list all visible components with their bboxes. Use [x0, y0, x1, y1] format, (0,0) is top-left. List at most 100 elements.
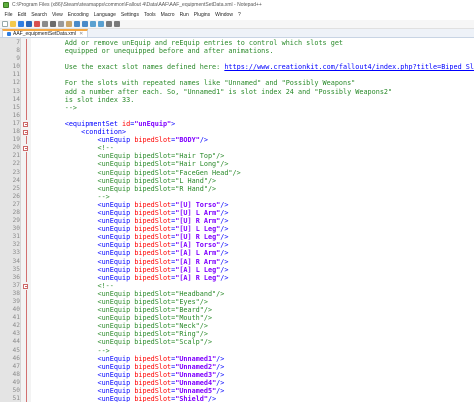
- code-line[interactable]: 20 <!--: [0, 144, 474, 152]
- line-number: 44: [12, 338, 20, 346]
- code-editor[interactable]: 7 Add or remove unEquip and reEquip entr…: [0, 38, 474, 402]
- menu-file[interactable]: File: [5, 12, 13, 18]
- open-file-icon[interactable]: [10, 21, 16, 27]
- line-number: 14: [12, 95, 20, 103]
- code-line[interactable]: 50 <unEquip bipedSlot="Unnamed5"/>: [0, 387, 474, 396]
- menu-tools[interactable]: Tools: [144, 12, 156, 18]
- code-token-value: "Shield": [175, 395, 208, 402]
- code-line[interactable]: 13 add a number after each. So, "Unnamed…: [0, 87, 474, 96]
- code-line[interactable]: 30 <unEquip bipedSlot="[U] L Leg"/>: [0, 225, 474, 234]
- close-file-icon[interactable]: [34, 21, 40, 27]
- fold-toggle-icon[interactable]: [23, 129, 28, 135]
- code-line[interactable]: 28 <unEquip bipedSlot="[U] L Arm"/>: [0, 208, 474, 218]
- menu-language[interactable]: Language: [94, 12, 116, 18]
- code-line[interactable]: 8 equipped or unequipped before and afte…: [0, 47, 474, 56]
- code-line[interactable]: 37 <!--: [0, 282, 474, 290]
- code-line[interactable]: 40 <unEquip bipedSlot="Beard"/>: [0, 306, 474, 315]
- fold-guide-line: [25, 233, 27, 242]
- code-line[interactable]: 25 <unEquip bipedSlot="R Hand"/>: [0, 184, 474, 193]
- code-token-value: "[U] L Leg": [175, 225, 221, 234]
- code-line[interactable]: 34 <unEquip bipedSlot="[A] R Arm"/>: [0, 257, 474, 266]
- code-line[interactable]: 49 <unEquip bipedSlot="Unnamed4"/>: [0, 378, 474, 388]
- code-line[interactable]: 32 <unEquip bipedSlot="[A] Torso"/>: [0, 241, 474, 250]
- menu-search[interactable]: Search: [31, 12, 47, 18]
- code-line[interactable]: 46 <unEquip bipedSlot="Unnamed1"/>: [0, 354, 474, 363]
- menu-plugins[interactable]: Plugins: [194, 12, 210, 18]
- fold-toggle-icon[interactable]: [23, 146, 28, 152]
- code-token-tag: />: [208, 395, 217, 402]
- code-line[interactable]: 45 -->: [0, 346, 474, 355]
- code-line[interactable]: 41 <unEquip bipedSlot="Mouth"/>: [0, 314, 474, 323]
- code-text: <unEquip bipedSlot="BODY"/>: [32, 136, 208, 144]
- code-token-tag: />: [216, 354, 225, 363]
- zoom-in-icon[interactable]: [106, 21, 112, 27]
- code-token-comment: <unEquip bipedSlot="R Hand"/>: [32, 184, 217, 193]
- code-line[interactable]: 33 <unEquip bipedSlot="[A] L Arm"/>: [0, 249, 474, 258]
- cut-icon[interactable]: [50, 21, 56, 27]
- fold-toggle-icon[interactable]: [23, 121, 28, 127]
- close-tab-icon[interactable]: ✕: [79, 31, 83, 37]
- code-line[interactable]: 48 <unEquip bipedSlot="Unnamed3"/>: [0, 370, 474, 379]
- code-line[interactable]: 14 is slot index 33.: [0, 95, 474, 104]
- code-line[interactable]: 19 <unEquip bipedSlot="BODY"/>: [0, 136, 474, 145]
- tab-label: AAF_equipmentSetData.xml: [13, 31, 77, 37]
- code-line[interactable]: 43 <unEquip bipedSlot="Ring"/>: [0, 330, 474, 339]
- code-line[interactable]: 18 <condition>: [0, 128, 474, 136]
- undo-icon[interactable]: [74, 21, 80, 27]
- code-token-tag: <unEquip: [32, 257, 135, 266]
- print-icon[interactable]: [42, 21, 48, 27]
- menu-macro[interactable]: Macro: [161, 12, 175, 18]
- code-line[interactable]: 38 <unEquip bipedSlot="Headband"/>: [0, 289, 474, 298]
- code-line[interactable]: 27 <unEquip bipedSlot="[U] Torso"/>: [0, 200, 474, 209]
- code-line[interactable]: 24 <unEquip bipedSlot="L Hand"/>: [0, 176, 474, 185]
- code-line[interactable]: 47 <unEquip bipedSlot="Unnamed2"/>: [0, 362, 474, 371]
- code-line[interactable]: 42 <unEquip bipedSlot="Neck"/>: [0, 322, 474, 331]
- menu-run[interactable]: Run: [180, 12, 189, 18]
- menu-window[interactable]: Window: [215, 12, 233, 18]
- save-icon[interactable]: [18, 21, 24, 27]
- fold-toggle-icon[interactable]: [23, 283, 28, 289]
- tab-aaf-equipmentsetdata[interactable]: AAF_equipmentSetData.xml ✕: [2, 29, 89, 37]
- code-line[interactable]: 26 -->: [0, 192, 474, 201]
- replace-icon[interactable]: [98, 21, 104, 27]
- code-line[interactable]: 12 For the slots with repeated names lik…: [0, 79, 474, 88]
- redo-icon[interactable]: [82, 21, 88, 27]
- code-line[interactable]: 21 <unEquip bipedSlot="Hair Top"/>: [0, 152, 474, 161]
- menu-view[interactable]: View: [52, 12, 63, 18]
- save-all-icon[interactable]: [26, 21, 32, 27]
- code-line[interactable]: 16: [0, 111, 474, 120]
- new-file-icon[interactable]: [2, 21, 8, 27]
- fold-guide-line: [25, 217, 27, 226]
- code-line[interactable]: 10 Use the exact slot names defined here…: [0, 63, 474, 72]
- code-line[interactable]: 17 <equipmentSet id="unEquip">: [0, 120, 474, 128]
- code-token-url[interactable]: https://www.creationkit.com/fallout4/ind…: [224, 63, 474, 71]
- code-line[interactable]: 9: [0, 55, 474, 64]
- code-line[interactable]: 31 <unEquip bipedSlot="[U] R Leg"/>: [0, 233, 474, 242]
- code-token-attr: bipedSlot: [134, 257, 172, 266]
- code-line[interactable]: 15 -->: [0, 103, 474, 112]
- zoom-out-icon[interactable]: [114, 21, 120, 27]
- line-number: 42: [12, 322, 20, 330]
- code-token-comment: equipped or unequipped before and after …: [32, 47, 274, 56]
- line-number: 31: [12, 233, 20, 241]
- menu-edit[interactable]: Edit: [18, 12, 27, 18]
- code-line[interactable]: 22 <unEquip bipedSlot="Hair Long"/>: [0, 160, 474, 169]
- code-line[interactable]: 29 <unEquip bipedSlot="[U] R Arm"/>: [0, 217, 474, 226]
- code-line[interactable]: 11: [0, 71, 474, 80]
- line-number: 18: [12, 128, 20, 136]
- code-line[interactable]: 51 <unEquip bipedSlot="Shield"/>: [0, 395, 474, 402]
- menu-help[interactable]: ?: [238, 12, 241, 18]
- menu-encoding[interactable]: Encoding: [68, 12, 89, 18]
- code-line[interactable]: 36 <unEquip bipedSlot="[A] R Leg"/>: [0, 273, 474, 282]
- code-line[interactable]: 39 <unEquip bipedSlot="Eyes"/>: [0, 298, 474, 307]
- code-line[interactable]: 7 Add or remove unEquip and reEquip entr…: [0, 39, 474, 48]
- code-line[interactable]: 44 <unEquip bipedSlot="Scalp"/>: [0, 338, 474, 347]
- copy-icon[interactable]: [58, 21, 64, 27]
- code-line[interactable]: 23 <unEquip bipedSlot="FaceGen Head"/>: [0, 168, 474, 177]
- menu-settings[interactable]: Settings: [121, 12, 139, 18]
- code-line[interactable]: 35 <unEquip bipedSlot="[A] L Leg"/>: [0, 265, 474, 274]
- paste-icon[interactable]: [66, 21, 72, 27]
- find-icon[interactable]: [90, 21, 96, 27]
- line-number: 29: [12, 217, 20, 225]
- line-number: 40: [12, 306, 20, 314]
